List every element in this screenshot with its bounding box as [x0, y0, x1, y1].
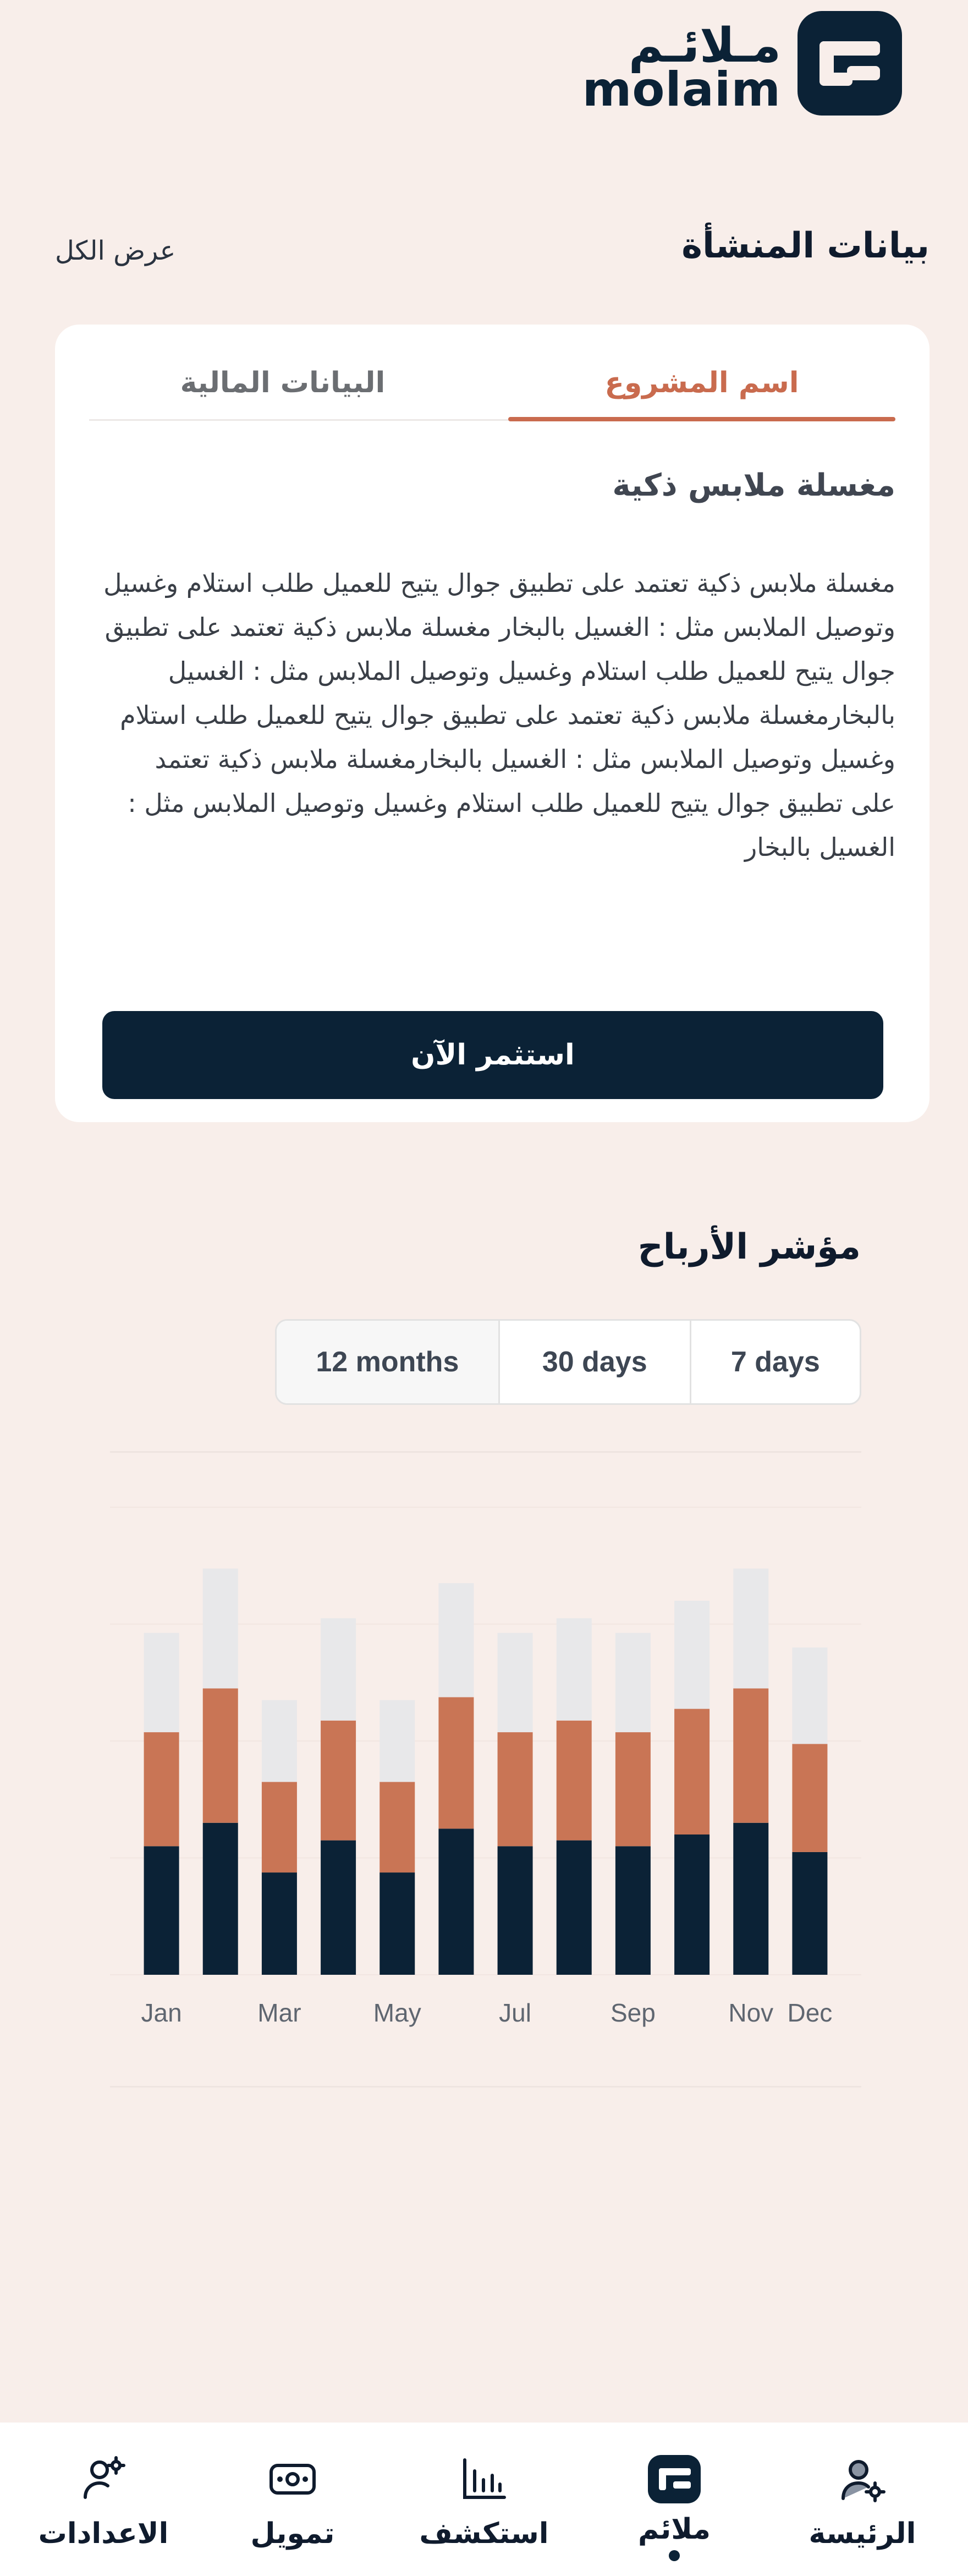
brand-name-english: molaim	[582, 62, 781, 117]
view-all-link[interactable]: عرض الكل	[55, 235, 175, 266]
user-gear-icon	[73, 2449, 134, 2509]
chart-bar-mar-segment-3	[261, 1700, 297, 1782]
project-card: اسم المشروع البيانات المالية مغسلة ملابس…	[55, 325, 930, 1122]
active-indicator-dot	[669, 2550, 680, 2561]
x-tick-label-mar: Mar	[257, 1998, 301, 2027]
chart-bar-mar-segment-2	[261, 1782, 297, 1873]
range-selector: 12 months 30 days 7 days	[275, 1319, 861, 1405]
range-7-days-button[interactable]: 7 days	[691, 1321, 860, 1403]
chart-bar-oct-segment-3	[674, 1601, 710, 1709]
nav-item-molaim[interactable]: ملائم	[592, 2423, 757, 2576]
x-tick-label-dec: Dec	[788, 1998, 833, 2027]
molaim-logo-icon	[644, 2449, 705, 2509]
chart-bar-apr-segment-2	[321, 1720, 356, 1841]
bottom-navigation: الاعدادات تمويل استكشف ملائم الرئيسة	[0, 2423, 968, 2576]
chart-bar-jan-segment-3	[144, 1633, 179, 1733]
project-description: مغسلة ملابس ذكية تعتمد على تطبيق جوال يت…	[103, 568, 895, 862]
chart-bar-nov-segment-3	[733, 1568, 769, 1689]
nav-label-explore: استكشف	[419, 2517, 549, 2550]
chart-bar-dec-segment-3	[792, 1647, 828, 1744]
chart-bar-jun-segment-2	[438, 1697, 474, 1829]
chart-bar-jan-segment-2	[144, 1732, 179, 1847]
project-title: مغسلة ملابس ذكية	[612, 468, 895, 503]
chart-bar-nov-segment-2	[733, 1688, 769, 1823]
chart-bar-jul-segment-2	[497, 1732, 533, 1847]
chart-bar-oct-segment-1	[674, 1834, 710, 1975]
chart-bar-dec-segment-2	[792, 1744, 828, 1852]
nav-item-home[interactable]: الرئيسة	[780, 2423, 945, 2576]
chart-bar-mar-segment-1	[261, 1872, 297, 1975]
x-tick-label-jul: Jul	[499, 1998, 531, 2027]
nav-label-home: الرئيسة	[809, 2517, 916, 2550]
chart-bar-apr-segment-3	[321, 1618, 356, 1721]
nav-item-funding[interactable]: تمويل	[210, 2423, 375, 2576]
chart-bar-may-segment-2	[380, 1782, 415, 1873]
x-tick-label-jan: Jan	[141, 1998, 182, 2027]
chart-bar-sep-segment-1	[615, 1846, 651, 1975]
chart-bottom-divider	[110, 2086, 861, 2088]
range-12-months-button[interactable]: 12 months	[277, 1321, 500, 1403]
brand-logo: مـلائـم molaim	[582, 11, 902, 121]
chart-bar-jun-segment-3	[438, 1583, 474, 1698]
banknote-icon	[262, 2449, 323, 2509]
x-tick-label-may: May	[373, 1998, 421, 2027]
section-title: بيانات المنشأة	[681, 226, 930, 266]
chart-bar-oct-segment-2	[674, 1709, 710, 1834]
chart-bar-jun-segment-1	[438, 1828, 474, 1975]
bar-chart-icon	[454, 2449, 514, 2509]
chart-bar-feb-segment-2	[202, 1688, 238, 1823]
chart-bar-may-segment-1	[380, 1872, 415, 1975]
profit-chart: Jan Mar May Jul Sep Nov Dec	[110, 1507, 861, 2027]
chart-bar-nov-segment-1	[733, 1822, 769, 1975]
chart-bar-jul-segment-1	[497, 1846, 533, 1975]
tab-project-name[interactable]: اسم المشروع	[508, 347, 895, 419]
chart-bar-aug-segment-1	[556, 1840, 592, 1975]
x-tick-label-sep: Sep	[610, 1998, 656, 2027]
chart-bar-may-segment-3	[380, 1700, 415, 1782]
chart-top-divider	[110, 1451, 861, 1453]
nav-item-settings[interactable]: الاعدادات	[21, 2423, 186, 2576]
nav-label-molaim: ملائم	[638, 2513, 711, 2546]
nav-item-explore[interactable]: استكشف	[402, 2423, 566, 2576]
chart-bar-apr-segment-1	[321, 1840, 356, 1975]
nav-label-funding: تمويل	[250, 2517, 335, 2550]
chart-bar-aug-segment-2	[556, 1720, 592, 1841]
profit-index-title: مؤشر الأرباح	[637, 1227, 861, 1267]
chart-bar-feb-segment-1	[202, 1822, 238, 1975]
logo-mark-icon	[798, 11, 902, 116]
chart-bar-sep-segment-3	[615, 1633, 651, 1733]
chart-bar-jan-segment-1	[144, 1846, 179, 1975]
invest-now-button[interactable]: استثمر الآن	[102, 1011, 883, 1099]
chart-bar-dec-segment-1	[792, 1852, 828, 1975]
nav-label-settings: الاعدادات	[38, 2517, 169, 2550]
chart-bar-sep-segment-2	[615, 1732, 651, 1847]
x-tick-label-nov: Nov	[728, 1998, 773, 2027]
active-tab-indicator	[508, 417, 895, 421]
chart-bar-jul-segment-3	[497, 1633, 533, 1733]
tab-financial-data[interactable]: البيانات المالية	[89, 347, 476, 419]
chart-bar-feb-segment-3	[202, 1568, 238, 1689]
chart-bar-aug-segment-3	[556, 1618, 592, 1721]
range-30-days-button[interactable]: 30 days	[500, 1321, 691, 1403]
user-settings-icon	[832, 2449, 893, 2509]
